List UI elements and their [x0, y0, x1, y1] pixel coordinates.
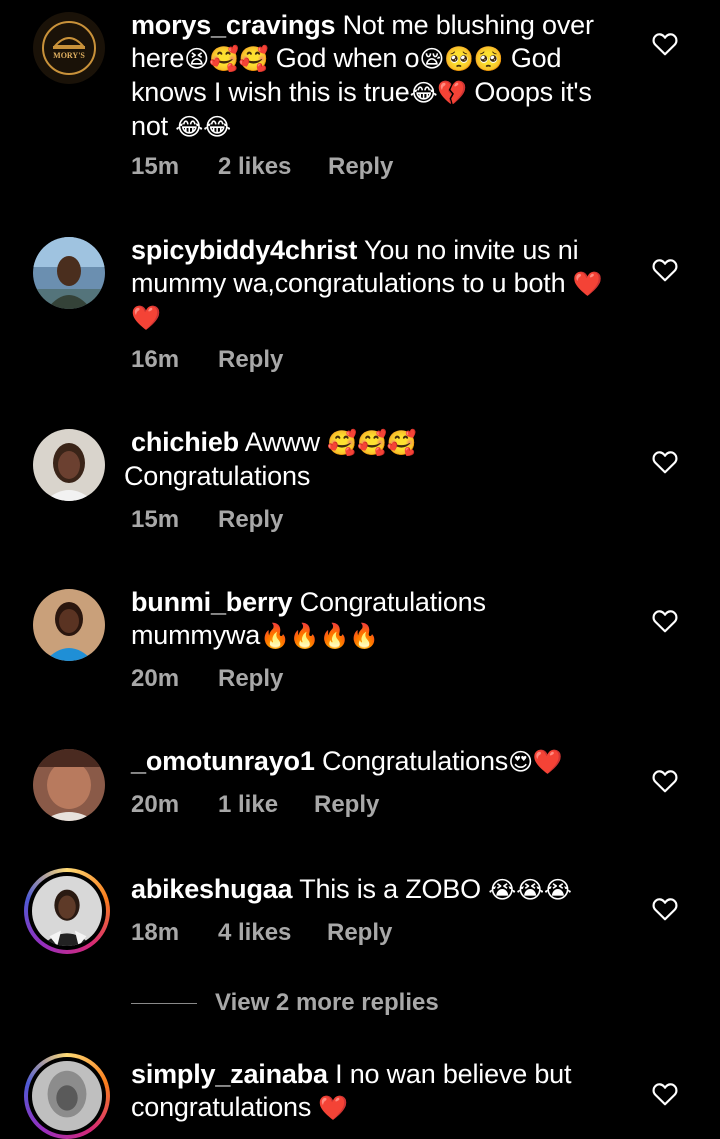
likes-count[interactable]: 1 like	[218, 791, 314, 819]
reply-button[interactable]: Reply	[218, 346, 283, 374]
comment-meta: 20m Reply	[131, 665, 283, 693]
heart-outline-icon[interactable]	[652, 450, 678, 474]
avatar[interactable]	[32, 876, 102, 946]
comment-meta: 15m 2 likes Reply	[131, 153, 393, 181]
reply-button[interactable]: Reply	[218, 665, 283, 693]
comment-text: chichieb Awww 🥰🥰🥰 Congratulations	[124, 426, 621, 493]
comment-body: Congratulations	[124, 461, 311, 491]
avatar[interactable]	[33, 237, 105, 309]
username-link[interactable]: morys_cravings	[131, 10, 336, 40]
likes-count[interactable]: 4 likes	[218, 919, 327, 947]
comment-body: God when o	[268, 43, 420, 73]
reply-button[interactable]: Reply	[327, 919, 392, 947]
timestamp: 15m	[131, 506, 180, 533]
reply-button[interactable]: Reply	[314, 791, 379, 819]
view-more-replies-label: View 2 more replies	[215, 989, 439, 1016]
avatar-logo-text: MORY'S	[53, 51, 85, 60]
comment-text: abikeshugaa This is a ZOBO 😭😭😭	[131, 873, 621, 907]
heart-outline-icon[interactable]	[652, 258, 678, 282]
emoji: ❤️	[318, 1094, 349, 1122]
heart-outline-icon[interactable]	[652, 897, 678, 921]
comment-body: This is a ZOBO	[292, 874, 489, 904]
username-link[interactable]: chichieb	[131, 427, 239, 457]
heart-outline-icon[interactable]	[652, 769, 678, 793]
comment-text: simply_zainaba I no wan believe but cong…	[131, 1058, 621, 1125]
comment-text: spicybiddy4christ You no invite us ni mu…	[131, 234, 621, 335]
likes-count[interactable]: 2 likes	[218, 153, 328, 181]
avatar[interactable]	[33, 749, 105, 821]
comment-body: Congratulations	[314, 746, 509, 776]
comment-text: _omotunrayo1 Congratulations😍❤️	[131, 745, 621, 779]
emoji: 😂💔	[409, 79, 468, 107]
avatar[interactable]	[33, 589, 105, 661]
username-link[interactable]: bunmi_berry	[131, 587, 293, 617]
emoji: 😂😂	[175, 113, 231, 141]
comment-text: morys_cravings Not me blushing over here…	[131, 9, 621, 144]
emoji: 😫🥰🥰	[184, 45, 269, 73]
emoji: 🔥🔥🔥🔥	[260, 622, 379, 650]
emoji: 🥰🥰🥰	[327, 429, 417, 457]
reply-button[interactable]: Reply	[328, 153, 393, 181]
comment-meta: 16m Reply	[131, 346, 283, 374]
comment-text: bunmi_berry Congratulations mummywa🔥🔥🔥🔥	[131, 586, 621, 653]
username-link[interactable]: simply_zainaba	[131, 1059, 328, 1089]
divider	[131, 1002, 197, 1004]
timestamp: 18m	[131, 919, 180, 946]
timestamp: 20m	[131, 665, 180, 692]
emoji: 😪🥺🥺	[419, 45, 504, 73]
timestamp: 20m	[131, 791, 180, 818]
username-link[interactable]: _omotunrayo1	[131, 746, 315, 776]
timestamp: 15m	[131, 153, 180, 180]
comment-meta: 20m 1 like Reply	[131, 791, 379, 819]
avatar-story-ring[interactable]	[24, 868, 110, 954]
username-link[interactable]: abikeshugaa	[131, 874, 293, 904]
avatar[interactable]	[33, 429, 105, 501]
avatar[interactable]: MORY'S	[33, 12, 105, 84]
avatar-story-ring[interactable]	[24, 1053, 110, 1139]
comment-meta: 15m Reply	[131, 506, 283, 534]
view-more-replies-button[interactable]: View 2 more replies	[131, 988, 439, 1018]
username-link[interactable]: spicybiddy4christ	[131, 235, 357, 265]
comment-meta: 18m 4 likes Reply	[131, 919, 392, 947]
heart-outline-icon[interactable]	[652, 609, 678, 633]
heart-outline-icon[interactable]	[652, 32, 678, 56]
comment-body: Awww	[238, 427, 328, 457]
emoji: 😍❤️	[508, 748, 563, 776]
heart-outline-icon[interactable]	[652, 1082, 678, 1106]
emoji: 😭😭😭	[488, 876, 572, 904]
reply-button[interactable]: Reply	[218, 506, 283, 534]
timestamp: 16m	[131, 346, 180, 373]
